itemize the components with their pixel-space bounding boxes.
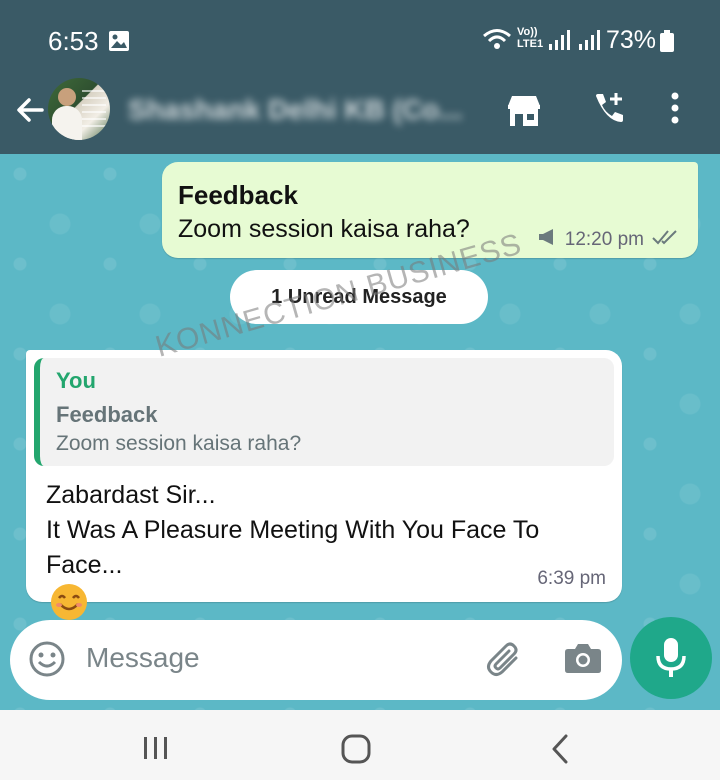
avatar-text-lines [82,90,106,128]
gallery-icon [108,30,130,57]
mic-button[interactable] [630,617,712,699]
camera-icon[interactable] [564,642,602,679]
avatar-body [52,106,82,140]
quote-title: Feedback [56,402,158,427]
store-icon[interactable] [506,94,542,133]
message-title: Feedback [178,180,298,210]
megaphone-icon [537,228,557,252]
message-text: Zabardast Sir... It Was A Pleasure Meeti… [46,478,606,631]
contact-name[interactable]: Shashank Delhi KB (Co... [128,94,463,126]
message-line: It Was A Pleasure Meeting With You Face … [46,516,540,544]
system-nav-bar [0,710,720,780]
network-type-label: Vo)) LTE1 [517,26,543,50]
message-body: Zoom session kaisa raha? [178,215,470,243]
lte-label: LTE1 [517,38,544,50]
more-vert-icon[interactable] [670,92,680,129]
double-check-icon [652,229,678,251]
status-time: 6:53 [48,26,99,56]
home-icon[interactable] [340,734,372,769]
quote-body: Zoom session kaisa raha? [56,432,302,455]
status-bar: 6:53 Vo)) LTE1 73% [0,0,720,78]
mic-icon [656,638,686,677]
add-call-icon[interactable] [590,90,628,133]
message-line-last: Face... [46,548,606,631]
message-line: Zabardast Sir... [46,481,216,509]
incoming-message[interactable]: You Feedback Zoom session kaisa raha? Za… [26,350,622,620]
message-line: Face... [46,551,123,579]
recent-apps-icon[interactable] [142,736,170,765]
signal-icon [578,30,600,55]
signal-icon [548,30,570,55]
emoji-icon[interactable] [28,640,66,683]
message-input[interactable]: Message [86,642,200,674]
attach-icon[interactable] [486,640,526,683]
outgoing-message[interactable]: Feedback Zoom session kaisa raha? 12:20 … [162,162,698,258]
message-time: 12:20 pm [564,229,644,250]
volte-label: Vo)) [517,26,538,38]
avatar-face [58,88,76,106]
top-bar: 6:53 Vo)) LTE1 73% Shashank Delhi KB (Co… [0,0,720,154]
back-arrow-icon[interactable] [14,94,46,131]
quote-author: You [56,368,96,393]
message-meta: 12:20 pm [537,228,678,252]
message-time: 6:39 pm [537,568,606,589]
back-icon[interactable] [550,734,570,769]
wifi-icon [482,28,512,55]
message-composer[interactable]: Message [10,620,622,700]
battery-icon [660,30,674,57]
chat-header: Shashank Delhi KB (Co... [0,78,720,154]
battery-percent: 73% [606,26,657,54]
avatar[interactable] [48,78,110,140]
quoted-message[interactable]: You Feedback Zoom session kaisa raha? [34,358,614,466]
